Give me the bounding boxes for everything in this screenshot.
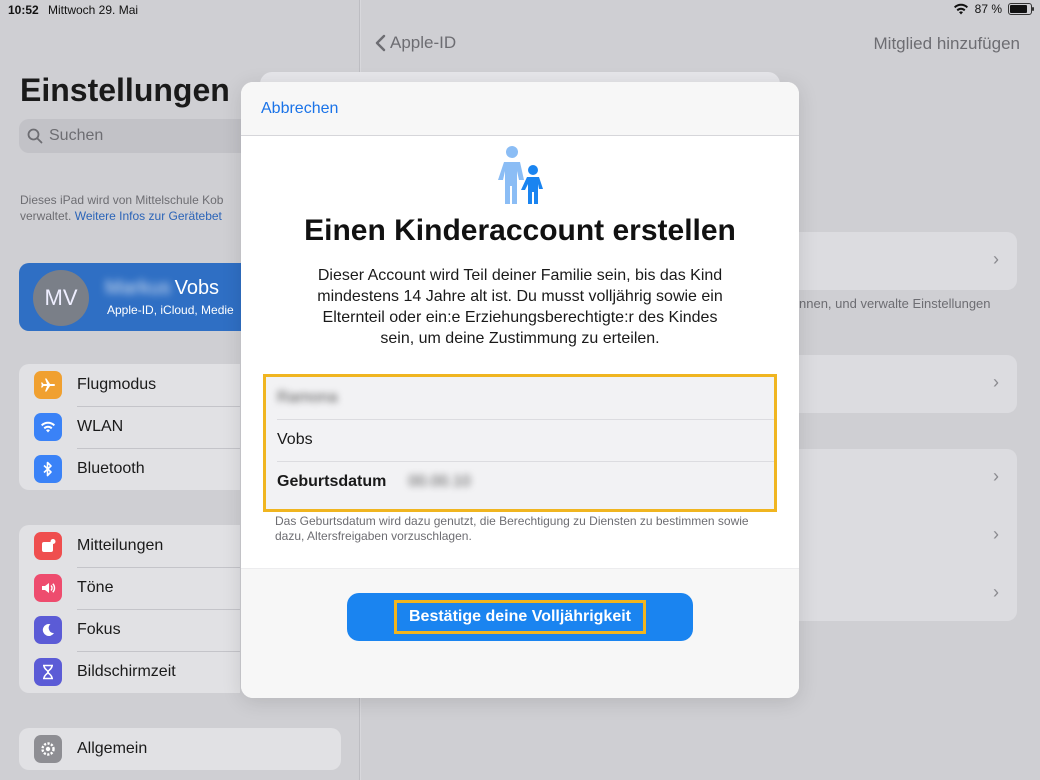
speaker-icon bbox=[34, 574, 62, 602]
profile-subtitle: Apple-ID, iCloud, Medie bbox=[107, 303, 234, 317]
sidebar-item-label: Bluetooth bbox=[77, 460, 145, 477]
device-management-link[interactable]: Weitere Infos zur Gerätebet bbox=[75, 209, 222, 223]
sidebar-item-fokus[interactable]: Fokus bbox=[19, 609, 240, 651]
last-name-row[interactable]: Vobs bbox=[266, 419, 774, 461]
status-date: Mittwoch 29. Mai bbox=[48, 3, 139, 17]
modal-description: Dieser Account wird Teil deiner Familie … bbox=[317, 267, 723, 347]
detail-footnote: nnen, und verwalte Einstellungen bbox=[799, 296, 991, 311]
add-member-button[interactable]: Mitglied hinzufügen bbox=[874, 34, 1020, 54]
sidebar-item-bildschirmzeit[interactable]: Bildschirmzeit bbox=[19, 651, 240, 693]
avatar: MV bbox=[33, 270, 89, 326]
notification-icon bbox=[34, 532, 62, 560]
sidebar-item-toene[interactable]: Töne bbox=[19, 567, 240, 609]
sidebar-item-flugmodus[interactable]: Flugmodus bbox=[19, 364, 240, 406]
confirm-adulthood-label: Bestätige deine Volljährigkeit bbox=[394, 600, 646, 634]
birthdate-value[interactable]: 00.00.10 bbox=[408, 473, 470, 491]
sidebar-item-label: Mitteilungen bbox=[77, 537, 164, 554]
sidebar-item-allgemein[interactable]: Allgemein bbox=[19, 728, 341, 770]
detail-group-3: › › › bbox=[780, 449, 1017, 621]
airplane-icon bbox=[34, 371, 62, 399]
sidebar-item-label: Bildschirmzeit bbox=[77, 663, 176, 680]
modal-header: Abbrechen bbox=[241, 82, 799, 136]
gear-icon bbox=[34, 735, 62, 763]
bluetooth-icon bbox=[34, 455, 62, 483]
moon-icon bbox=[34, 616, 62, 644]
wifi-icon bbox=[34, 413, 62, 441]
last-name-field[interactable]: Vobs bbox=[277, 431, 313, 449]
back-label: Apple-ID bbox=[390, 33, 457, 52]
management-note-text: Dieses iPad wird von Mittelschule Kob bbox=[20, 193, 224, 207]
battery-icon bbox=[1008, 3, 1034, 15]
sidebar-item-label: Allgemein bbox=[77, 740, 148, 757]
sidebar-item-mitteilungen[interactable]: Mitteilungen bbox=[19, 525, 240, 567]
wifi-status-icon bbox=[953, 3, 968, 15]
child-info-form: Ramona Vobs Geburtsdatum 00.00.10 bbox=[263, 374, 777, 512]
chevron-right-icon[interactable]: › bbox=[993, 524, 999, 545]
profile-name: Markus Vobs bbox=[105, 277, 219, 300]
birthdate-label: Geburtsdatum bbox=[277, 473, 387, 490]
status-right: 87 % bbox=[953, 2, 1034, 16]
search-field[interactable] bbox=[19, 119, 279, 153]
status-time: 10:52 bbox=[8, 3, 39, 17]
settings-group-notifications: Mitteilungen Töne Fokus Bildschirmzeit bbox=[19, 525, 240, 693]
settings-group-general: Allgemein bbox=[19, 728, 341, 770]
status-bar: 10:52 Mittwoch 29. Mai 87 % bbox=[0, 0, 1040, 22]
modal-title: Einen Kinderaccount erstellen bbox=[304, 214, 736, 247]
sidebar-item-label: Fokus bbox=[77, 621, 121, 638]
hourglass-icon bbox=[34, 658, 62, 686]
settings-group-connectivity: Flugmodus WLAN Bluetooth bbox=[19, 364, 240, 490]
chevron-left-icon bbox=[375, 34, 386, 52]
confirm-adulthood-button[interactable]: Bestätige deine Volljährigkeit bbox=[347, 593, 693, 641]
battery-percent: 87 % bbox=[974, 2, 1002, 16]
apple-id-profile[interactable]: MV Markus Vobs Apple-ID, iCloud, Medie bbox=[19, 263, 259, 331]
sidebar-title: Einstellungen bbox=[20, 72, 230, 108]
chevron-right-icon: › bbox=[993, 249, 999, 269]
first-name-field[interactable]: Ramona bbox=[277, 389, 337, 407]
management-note-suffix: verwaltet. bbox=[20, 209, 72, 223]
sidebar-item-label: WLAN bbox=[77, 418, 124, 435]
chevron-right-icon[interactable]: › bbox=[993, 466, 999, 487]
family-icon bbox=[498, 146, 543, 204]
back-button[interactable]: Apple-ID bbox=[374, 33, 456, 53]
profile-last-name: Vobs bbox=[174, 277, 220, 299]
modal-footer: Bestätige deine Volljährigkeit bbox=[241, 568, 799, 698]
create-child-account-modal: Abbrechen Einen Kinderaccount erstellen … bbox=[241, 82, 799, 698]
search-icon bbox=[27, 128, 43, 144]
first-name-row[interactable]: Ramona bbox=[266, 377, 774, 419]
chevron-right-icon: › bbox=[993, 372, 999, 392]
management-note: Dieses iPad wird von Mittelschule Kob ve… bbox=[20, 192, 250, 224]
profile-first-name: Markus bbox=[105, 277, 171, 299]
search-input[interactable] bbox=[49, 127, 249, 145]
chevron-right-icon[interactable]: › bbox=[993, 582, 999, 603]
sidebar-item-bluetooth[interactable]: Bluetooth bbox=[19, 448, 240, 490]
detail-row-2[interactable]: › bbox=[780, 355, 1017, 413]
detail-row-1[interactable]: › bbox=[780, 232, 1017, 290]
cancel-button[interactable]: Abbrechen bbox=[261, 100, 338, 118]
sidebar-item-label: Flugmodus bbox=[77, 376, 157, 393]
birthdate-note: Das Geburtsdatum wird dazu genutzt, die … bbox=[275, 514, 749, 543]
sidebar-item-label: Töne bbox=[77, 579, 114, 596]
sidebar-item-wlan[interactable]: WLAN bbox=[19, 406, 240, 448]
birthdate-row[interactable]: Geburtsdatum 00.00.10 bbox=[266, 461, 774, 503]
